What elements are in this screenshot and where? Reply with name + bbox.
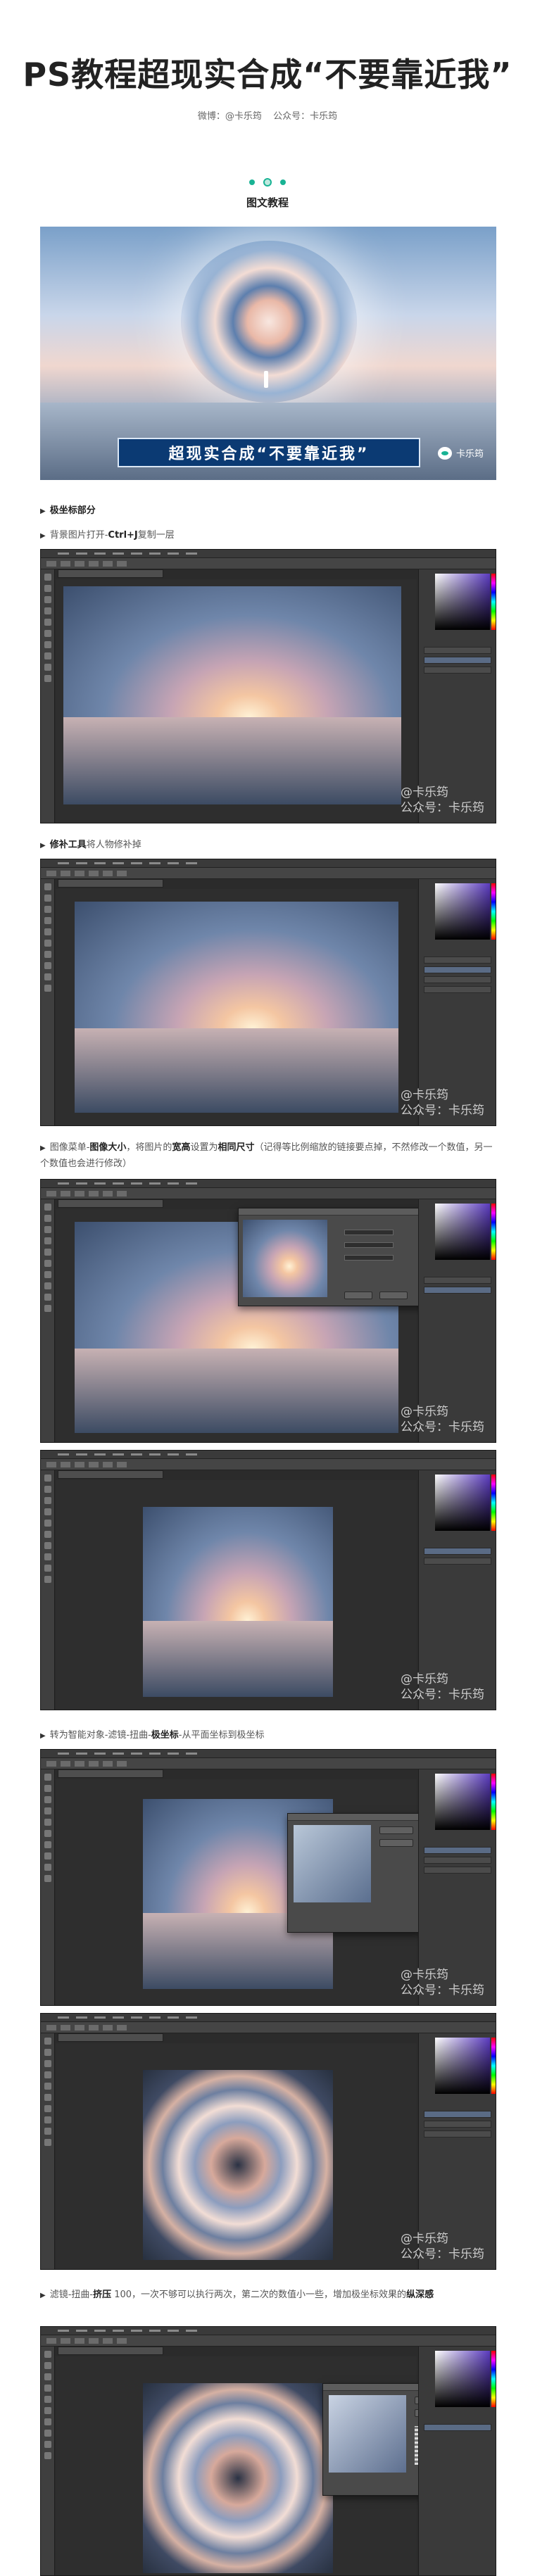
cancel-button[interactable] (379, 1839, 413, 1847)
triangle-icon: ▶ (40, 2292, 46, 2299)
triangle-icon: ▶ (40, 1732, 46, 1740)
ok-button[interactable] (379, 1826, 413, 1834)
dialog-preview (243, 1220, 327, 1297)
resolution-field[interactable] (344, 1255, 394, 1261)
step-caption-3: ▶ 图像菜单-图像大小，将图片的宽高设置为相同尺寸（记得等比例缩放的链接要点掉，不… (40, 1142, 493, 1169)
watermark: @卡乐筠 公众号：卡乐筠 (401, 1088, 484, 1118)
polar-coordinates-dialog (287, 1813, 421, 1933)
triangle-icon: ▶ (40, 532, 46, 540)
ok-button[interactable] (344, 1292, 372, 1299)
divider-dots (0, 178, 535, 187)
layer-row (424, 647, 491, 654)
canvas-photo (143, 1507, 333, 1697)
hero-person (264, 371, 268, 388)
official-account-label: 公众号：卡乐筠 (273, 111, 338, 122)
hero-watermark: 卡乐筠 (437, 446, 484, 460)
photoshop-screenshot-4: @卡乐筠 公众号：卡乐筠 (40, 1450, 496, 1710)
author-line: 微博：@卡乐筠 公众号：卡乐筠 (0, 108, 535, 122)
watermark-line: 公众号：卡乐筠 (401, 801, 484, 815)
photoshop-screenshot-5: @卡乐筠 公众号：卡乐筠 (40, 1749, 496, 2006)
canvas-photo (75, 902, 398, 1113)
tutorial-page: PS教程超现实合成“不要靠近我” 微博：@卡乐筠 公众号：卡乐筠 图文教程 超现… (0, 0, 535, 2576)
watermark: @卡乐筠 公众号：卡乐筠 (401, 1405, 484, 1434)
section-title: 图文教程 (246, 196, 289, 209)
hero-swirl (181, 241, 357, 403)
page-title: PS教程超现实合成“不要靠近我” (23, 56, 512, 94)
step-caption-1: ▶ 背景图片打开-Ctrl+J复制一层 (40, 528, 496, 544)
step-text: 背景图片打开- (49, 530, 108, 541)
layer-row (424, 667, 491, 674)
options-bar (41, 558, 496, 569)
step-key: Ctrl+J (108, 530, 138, 541)
watermark: @卡乐筠 公众号：卡乐筠 (401, 2232, 484, 2261)
watermark-line: @卡乐筠 (401, 785, 448, 800)
width-field[interactable] (344, 1230, 394, 1235)
photoshop-screenshot-6: @卡乐筠 公众号：卡乐筠 (40, 2013, 496, 2270)
step-heading-text: 极坐标部分 (49, 505, 96, 516)
step-key: 修补工具 (49, 840, 87, 850)
triangle-icon: ▶ (40, 507, 46, 515)
step-text: 将人物修补掉 (86, 840, 141, 850)
height-field[interactable] (344, 1242, 394, 1248)
header: PS教程超现实合成“不要靠近我” 微博：@卡乐筠 公众号：卡乐筠 (0, 0, 535, 122)
step-caption-5: ▶ 滤镜-扭曲-挤压 100，一次不够可以执行两次，第二次的数值小一些，增加极坐标… (40, 2287, 496, 2304)
dot-icon (280, 179, 286, 185)
document-tab (58, 569, 163, 578)
watermark: @卡乐筠 公众号：卡乐筠 (401, 1672, 484, 1702)
hero-image: 超现实合成“不要靠近我” 卡乐筠 (40, 227, 496, 480)
hue-slider (491, 574, 496, 630)
photoshop-screenshot-7 (40, 2326, 496, 2576)
photoshop-screenshot-2: @卡乐筠 公众号：卡乐筠 (40, 859, 496, 1126)
dot-icon (249, 179, 255, 185)
tool-panel (41, 569, 55, 823)
weibo-label: 微博：@卡乐筠 (197, 111, 262, 122)
wechat-icon (437, 446, 452, 460)
step-caption-4: ▶ 转为智能对象-滤镜-扭曲-极坐标-从平面坐标到极坐标 (40, 1728, 496, 1744)
color-picker (435, 574, 490, 630)
watermark: @卡乐筠 公众号：卡乐筠 (401, 785, 484, 816)
step-text: 复制一层 (137, 530, 175, 541)
cancel-button[interactable] (379, 1292, 408, 1299)
canvas-photo (143, 2383, 333, 2573)
dialog-preview (294, 1825, 371, 1902)
hero-banner: 超现实合成“不要靠近我” (118, 438, 420, 467)
step-heading: ▶ 极坐标部分 (40, 503, 496, 519)
image-size-dialog (238, 1208, 435, 1306)
dialog-preview (329, 2395, 406, 2473)
dot-icon (263, 178, 272, 187)
canvas-photo (63, 586, 401, 804)
photoshop-screenshot-3: @卡乐筠 公众号：卡乐筠 (40, 1179, 496, 1443)
hero-watermark-text: 卡乐筠 (455, 449, 484, 460)
triangle-icon: ▶ (40, 842, 46, 850)
triangle-icon: ▶ (40, 1144, 46, 1152)
step-caption-2: ▶ 修补工具将人物修补掉 (40, 838, 496, 854)
photoshop-screenshot-1: @卡乐筠 公众号：卡乐筠 (40, 549, 496, 823)
menubar (41, 550, 496, 558)
watermark: @卡乐筠 公众号：卡乐筠 (401, 1968, 484, 1997)
canvas-photo (143, 2070, 333, 2260)
layer-row (424, 657, 491, 664)
